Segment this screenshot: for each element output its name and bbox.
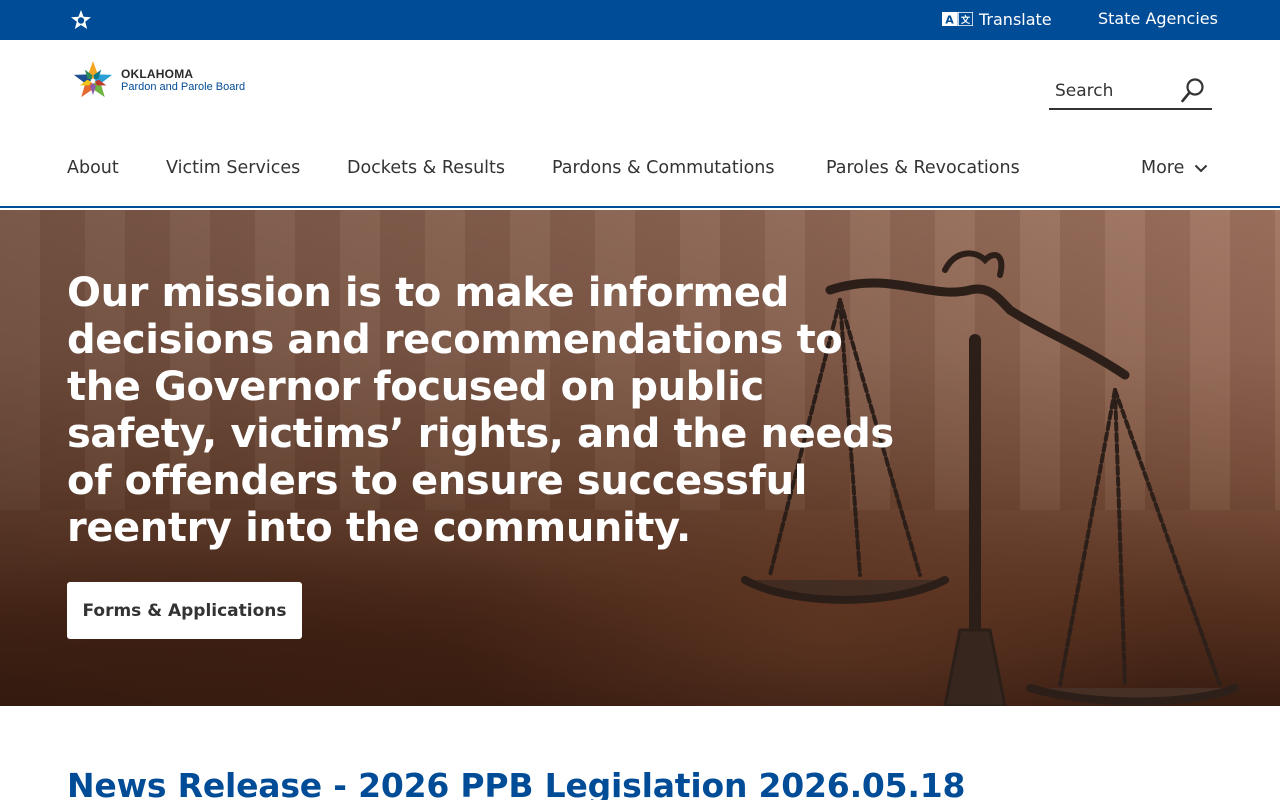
nav-item-pardons-commutations[interactable]: Pardons & Commutations: [552, 158, 775, 178]
oklahoma-star-icon[interactable]: [69, 9, 93, 31]
translate-button[interactable]: A 文 Translate: [942, 8, 1052, 30]
news-headline-link[interactable]: News Release - 2026 PPB Legislation 2026…: [67, 766, 965, 800]
nav-item-paroles-revocations[interactable]: Paroles & Revocations: [826, 158, 1020, 178]
state-agencies-link[interactable]: State Agencies: [1098, 9, 1218, 28]
main-nav: About Victim Services Dockets & Results …: [0, 158, 1280, 188]
chevron-down-icon: [1195, 164, 1208, 172]
agency-logo[interactable]: OKLAHOMA Pardon and Parole Board: [71, 58, 271, 104]
nav-item-dockets-results[interactable]: Dockets & Results: [347, 158, 505, 178]
translate-label: Translate: [979, 9, 1052, 29]
search-icon[interactable]: [1180, 77, 1206, 105]
svg-text:A: A: [945, 14, 954, 27]
site-header: OKLAHOMA Pardon and Parole Board About V…: [0, 40, 1280, 208]
logo-state-name: OKLAHOMA: [121, 67, 194, 81]
hero-banner: Our mission is to make informed decision…: [0, 210, 1280, 706]
logo-agency-name: Pardon and Parole Board: [121, 81, 246, 93]
mission-statement: Our mission is to make informed decision…: [67, 270, 894, 551]
utility-bar: A 文 Translate State Agencies: [0, 0, 1280, 40]
nav-item-about[interactable]: About: [67, 158, 119, 178]
nav-more-button[interactable]: More: [1141, 158, 1208, 178]
nav-item-victim-services[interactable]: Victim Services: [166, 158, 300, 178]
nav-more-label: More: [1141, 158, 1185, 178]
svg-text:文: 文: [960, 14, 971, 26]
search-input[interactable]: [1049, 76, 1174, 106]
translate-icon: A 文: [942, 12, 973, 26]
forms-applications-button[interactable]: Forms & Applications: [67, 582, 302, 639]
search-box: [1049, 74, 1212, 110]
oklahoma-logo-icon: [73, 61, 113, 98]
